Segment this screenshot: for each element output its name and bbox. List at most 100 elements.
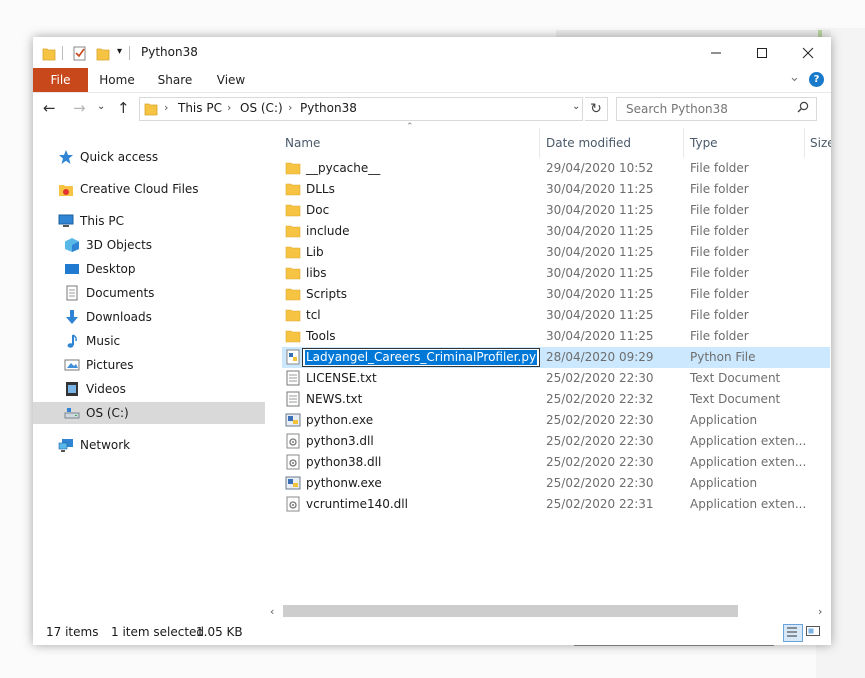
search-input[interactable] <box>624 98 798 120</box>
breadcrumb-python38[interactable]: Python38 <box>300 101 357 115</box>
network-icon <box>58 437 74 453</box>
table-row[interactable]: NEWS.txt 25/02/2020 22:32 Text Document <box>282 389 830 410</box>
expand-ribbon-icon[interactable]: ⌄ <box>789 70 800 85</box>
file-type: File folder <box>690 287 749 301</box>
horizontal-scrollbar[interactable]: ‹ › <box>266 603 831 620</box>
help-icon[interactable]: ? <box>809 72 824 87</box>
nav-item-3d-objects[interactable]: 3D Objects <box>33 234 296 256</box>
ribbon-tabs: File Home Share View ⌄ ? <box>33 68 831 93</box>
column-header-date[interactable]: Date modified <box>546 128 631 158</box>
breadcrumb-chevron-icon[interactable]: › <box>164 101 168 114</box>
table-row[interactable]: include 30/04/2020 11:25 File folder <box>282 221 830 242</box>
table-row[interactable]: Tools 30/04/2020 11:25 File folder <box>282 326 830 347</box>
recent-locations-chevron-icon[interactable]: ⌄ <box>97 101 105 112</box>
nav-item-pictures[interactable]: Pictures <box>33 354 296 376</box>
table-row[interactable]: vcruntime140.dll 25/02/2020 22:31 Applicat… <box>282 494 830 515</box>
up-arrow-icon[interactable]: ↑ <box>117 99 130 117</box>
column-divider[interactable] <box>804 128 805 158</box>
selection-size: 1.05 KB <box>196 625 243 639</box>
folder-icon <box>285 244 301 260</box>
python-file-icon <box>285 349 301 365</box>
table-row[interactable]: Scripts 30/04/2020 11:25 File folder <box>282 284 830 305</box>
nav-item-label: Music <box>86 334 121 348</box>
scrollbar-thumb[interactable] <box>283 605 738 617</box>
table-row[interactable]: Ladyangel_Careers_CriminalProfiler.py 28/… <box>282 347 830 368</box>
search-box[interactable] <box>616 97 817 121</box>
file-date-modified: 25/02/2020 22:30 <box>546 434 654 448</box>
dll-icon <box>285 454 301 470</box>
new-folder-icon[interactable] <box>96 45 110 64</box>
table-row[interactable]: Doc 30/04/2020 11:25 File folder <box>282 200 830 221</box>
column-header-size[interactable]: Size <box>810 128 831 158</box>
large-icons-view-icon[interactable] <box>805 624 823 640</box>
nav-item-this-pc[interactable]: This PC <box>33 210 290 232</box>
file-name: Tools <box>306 329 336 343</box>
nav-item-label: Videos <box>86 382 126 396</box>
scroll-right-icon[interactable]: › <box>818 603 822 620</box>
address-dropdown-icon[interactable]: ⌄ <box>572 101 580 112</box>
file-date-modified: 30/04/2020 11:25 <box>546 287 654 301</box>
nav-item-network[interactable]: Network <box>33 434 290 456</box>
nav-item-label: This PC <box>80 214 124 228</box>
table-row[interactable]: DLLs 30/04/2020 11:25 File folder <box>282 179 830 200</box>
tab-home[interactable]: Home <box>91 68 143 92</box>
nav-item-desktop[interactable]: Desktop <box>33 258 296 280</box>
breadcrumb-chevron-icon[interactable]: › <box>288 101 292 114</box>
table-row[interactable]: LICENSE.txt 25/02/2020 22:30 Text Document <box>282 368 830 389</box>
file-date-modified: 30/04/2020 11:25 <box>546 329 654 343</box>
table-row[interactable]: pythonw.exe 25/02/2020 22:30 Application <box>282 473 830 494</box>
forward-arrow-icon[interactable]: → <box>73 99 86 117</box>
videos-icon <box>64 381 80 397</box>
table-row[interactable]: python38.dll 25/02/2020 22:30 Application … <box>282 452 830 473</box>
table-row[interactable]: python3.dll 25/02/2020 22:30 Application e… <box>282 431 830 452</box>
table-row[interactable]: __pycache__ 29/04/2020 10:52 File folder <box>282 158 830 179</box>
nav-item-videos[interactable]: Videos <box>33 378 296 400</box>
tab-view[interactable]: View <box>207 68 255 92</box>
tab-share[interactable]: Share <box>151 68 199 92</box>
computer-icon <box>58 213 74 229</box>
nav-item-label: Pictures <box>86 358 134 372</box>
column-divider[interactable] <box>683 128 684 158</box>
minimize-button[interactable] <box>693 37 739 68</box>
column-header-type[interactable]: Type <box>690 128 718 158</box>
nav-item-os-c[interactable]: OS (C:) <box>33 402 265 424</box>
table-row[interactable]: tcl 30/04/2020 11:25 File folder <box>282 305 830 326</box>
nav-item-label: Network <box>80 438 131 452</box>
close-button[interactable] <box>785 37 831 68</box>
file-name: python3.dll <box>306 434 374 448</box>
tab-file[interactable]: File <box>33 68 88 92</box>
refresh-icon[interactable]: ↻ <box>585 97 608 121</box>
properties-check-icon[interactable] <box>73 45 87 64</box>
nav-item-music[interactable]: Music <box>33 330 296 352</box>
file-name: DLLs <box>306 182 335 196</box>
nav-item-label: 3D Objects <box>86 238 153 252</box>
file-type: File folder <box>690 161 749 175</box>
details-view-icon[interactable] <box>783 624 803 642</box>
file-name: libs <box>306 266 327 280</box>
table-row[interactable]: Lib 30/04/2020 11:25 File folder <box>282 242 830 263</box>
customize-quick-access-icon[interactable]: ▾ <box>117 46 122 57</box>
nav-item-creative-cloud[interactable]: Creative Cloud Files <box>33 178 290 200</box>
address-bar[interactable]: › This PC › OS (C:) › Python38 ⌄ <box>139 97 583 121</box>
file-type: Application exten... <box>690 497 807 511</box>
file-name: Doc <box>306 203 330 217</box>
folder-icon <box>285 286 301 302</box>
nav-item-documents[interactable]: Documents <box>33 282 296 304</box>
table-row[interactable]: libs 30/04/2020 11:25 File folder <box>282 263 830 284</box>
nav-item-downloads[interactable]: Downloads <box>33 306 296 328</box>
scroll-left-icon[interactable]: ‹ <box>270 603 274 620</box>
breadcrumb-chevron-icon[interactable]: › <box>227 101 231 114</box>
column-header-name[interactable]: Name <box>285 128 320 158</box>
rename-input[interactable]: Ladyangel_Careers_CriminalProfiler.py <box>302 348 540 367</box>
back-arrow-icon[interactable]: ← <box>43 99 56 117</box>
file-type: Application exten... <box>690 455 807 469</box>
table-row[interactable]: python.exe 25/02/2020 22:30 Application <box>282 410 830 431</box>
maximize-button[interactable] <box>739 37 785 68</box>
nav-item-quick-access[interactable]: Quick access <box>33 146 290 168</box>
breadcrumb-this-pc[interactable]: This PC <box>178 101 222 115</box>
breadcrumb-os-c[interactable]: OS (C:) <box>240 101 283 115</box>
column-divider[interactable] <box>539 128 540 158</box>
desktop-icon <box>64 261 80 277</box>
file-name: include <box>306 224 350 238</box>
folder-icon <box>285 328 301 344</box>
